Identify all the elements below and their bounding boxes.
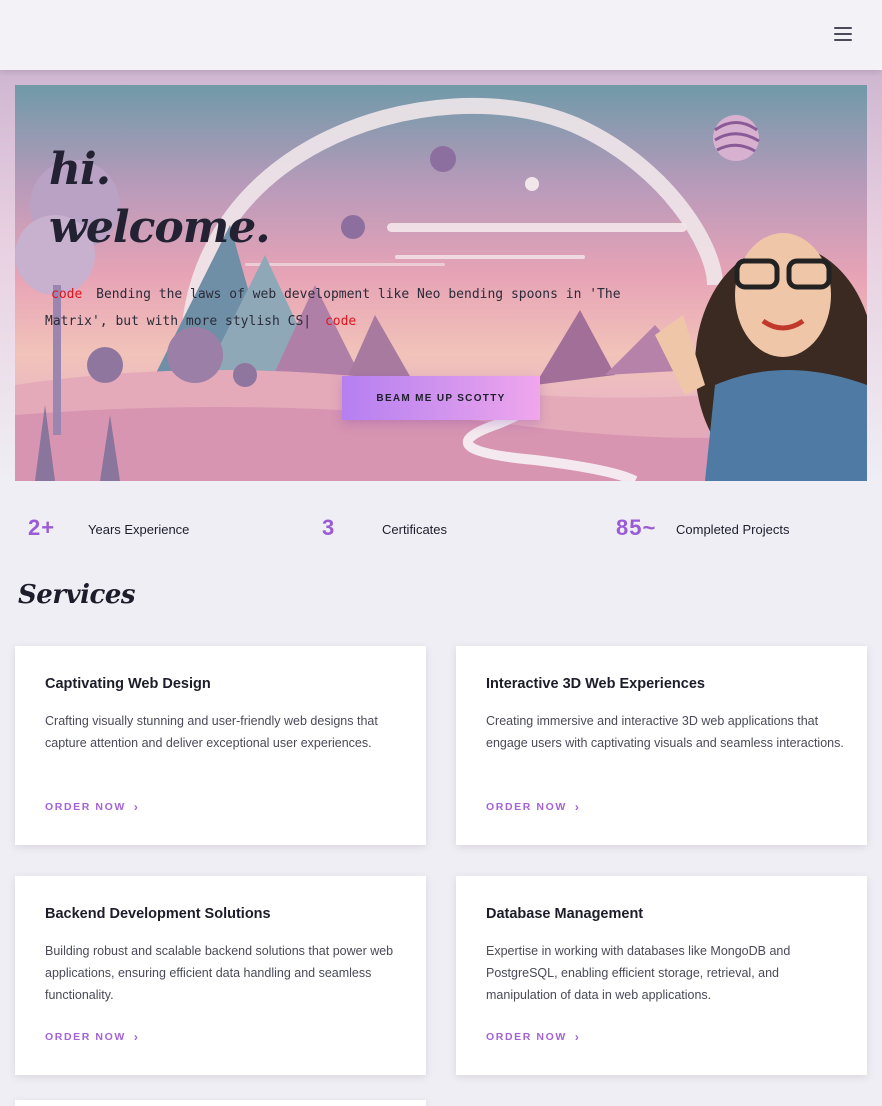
service-card-title: Database Management: [486, 906, 644, 922]
order-now-link[interactable]: ORDER NOW ›: [45, 800, 138, 814]
service-card-backend: Backend Development Solutions Building r…: [15, 876, 426, 1075]
stat-value: 2+: [28, 515, 56, 540]
stat-certificates: 3 Certificates: [322, 515, 447, 541]
order-now-label: ORDER NOW: [45, 801, 126, 813]
hero-banner: hi. welcome. code Bending the laws of we…: [15, 85, 867, 481]
hamburger-menu-icon[interactable]: [834, 27, 852, 43]
service-card-title: Backend Development Solutions: [45, 906, 271, 922]
service-card-description: Crafting visually stunning and user-frie…: [45, 714, 378, 750]
chevron-right-icon: ›: [133, 800, 138, 814]
order-now-label: ORDER NOW: [45, 1031, 126, 1043]
order-now-label: ORDER NOW: [486, 1031, 567, 1043]
hero-tagline: code Bending the laws of web development…: [45, 281, 665, 335]
stat-value: 85~: [616, 515, 657, 540]
greeting-line-2: welcome.: [49, 202, 271, 253]
service-card-description: Creating immersive and interactive 3D we…: [486, 714, 844, 750]
service-card-description: Building robust and scalable backend sol…: [45, 944, 394, 1002]
service-card-3d-web: Interactive 3D Web Experiences Creating …: [456, 646, 867, 845]
chevron-right-icon: ›: [574, 800, 579, 814]
service-card-title: Captivating Web Design: [45, 676, 211, 692]
chevron-right-icon: ›: [133, 1030, 138, 1044]
stat-value: 3: [322, 515, 336, 540]
code-tag-close: code: [324, 314, 357, 329]
stat-label: Years Experience: [88, 522, 190, 537]
services-heading: Services: [18, 580, 136, 610]
service-card-description: Expertise in working with databases like…: [486, 944, 791, 1002]
order-now-link[interactable]: ORDER NOW ›: [486, 800, 579, 814]
service-card-title: Interactive 3D Web Experiences: [486, 676, 705, 692]
stat-years-experience: 2+ Years Experience: [28, 515, 189, 541]
order-now-label: ORDER NOW: [486, 801, 567, 813]
top-navbar: [0, 0, 882, 70]
stat-label: Certificates: [382, 522, 448, 537]
greeting-line-1: hi.: [49, 144, 111, 195]
hero-greeting: hi. welcome.: [49, 141, 271, 257]
service-card-web-design: Captivating Web Design Crafting visually…: [15, 646, 426, 845]
service-card-database: Database Management Expertise in working…: [456, 876, 867, 1075]
stat-label: Completed Projects: [676, 522, 790, 537]
code-tag-open: code: [51, 287, 83, 302]
beam-me-up-button[interactable]: BEAM ME UP SCOTTY: [342, 376, 540, 420]
order-now-link[interactable]: ORDER NOW ›: [45, 1030, 138, 1044]
chevron-right-icon: ›: [574, 1030, 579, 1044]
next-card-peek: [15, 1100, 426, 1106]
stat-completed-projects: 85~ Completed Projects: [616, 515, 789, 541]
order-now-link[interactable]: ORDER NOW ›: [486, 1030, 579, 1044]
